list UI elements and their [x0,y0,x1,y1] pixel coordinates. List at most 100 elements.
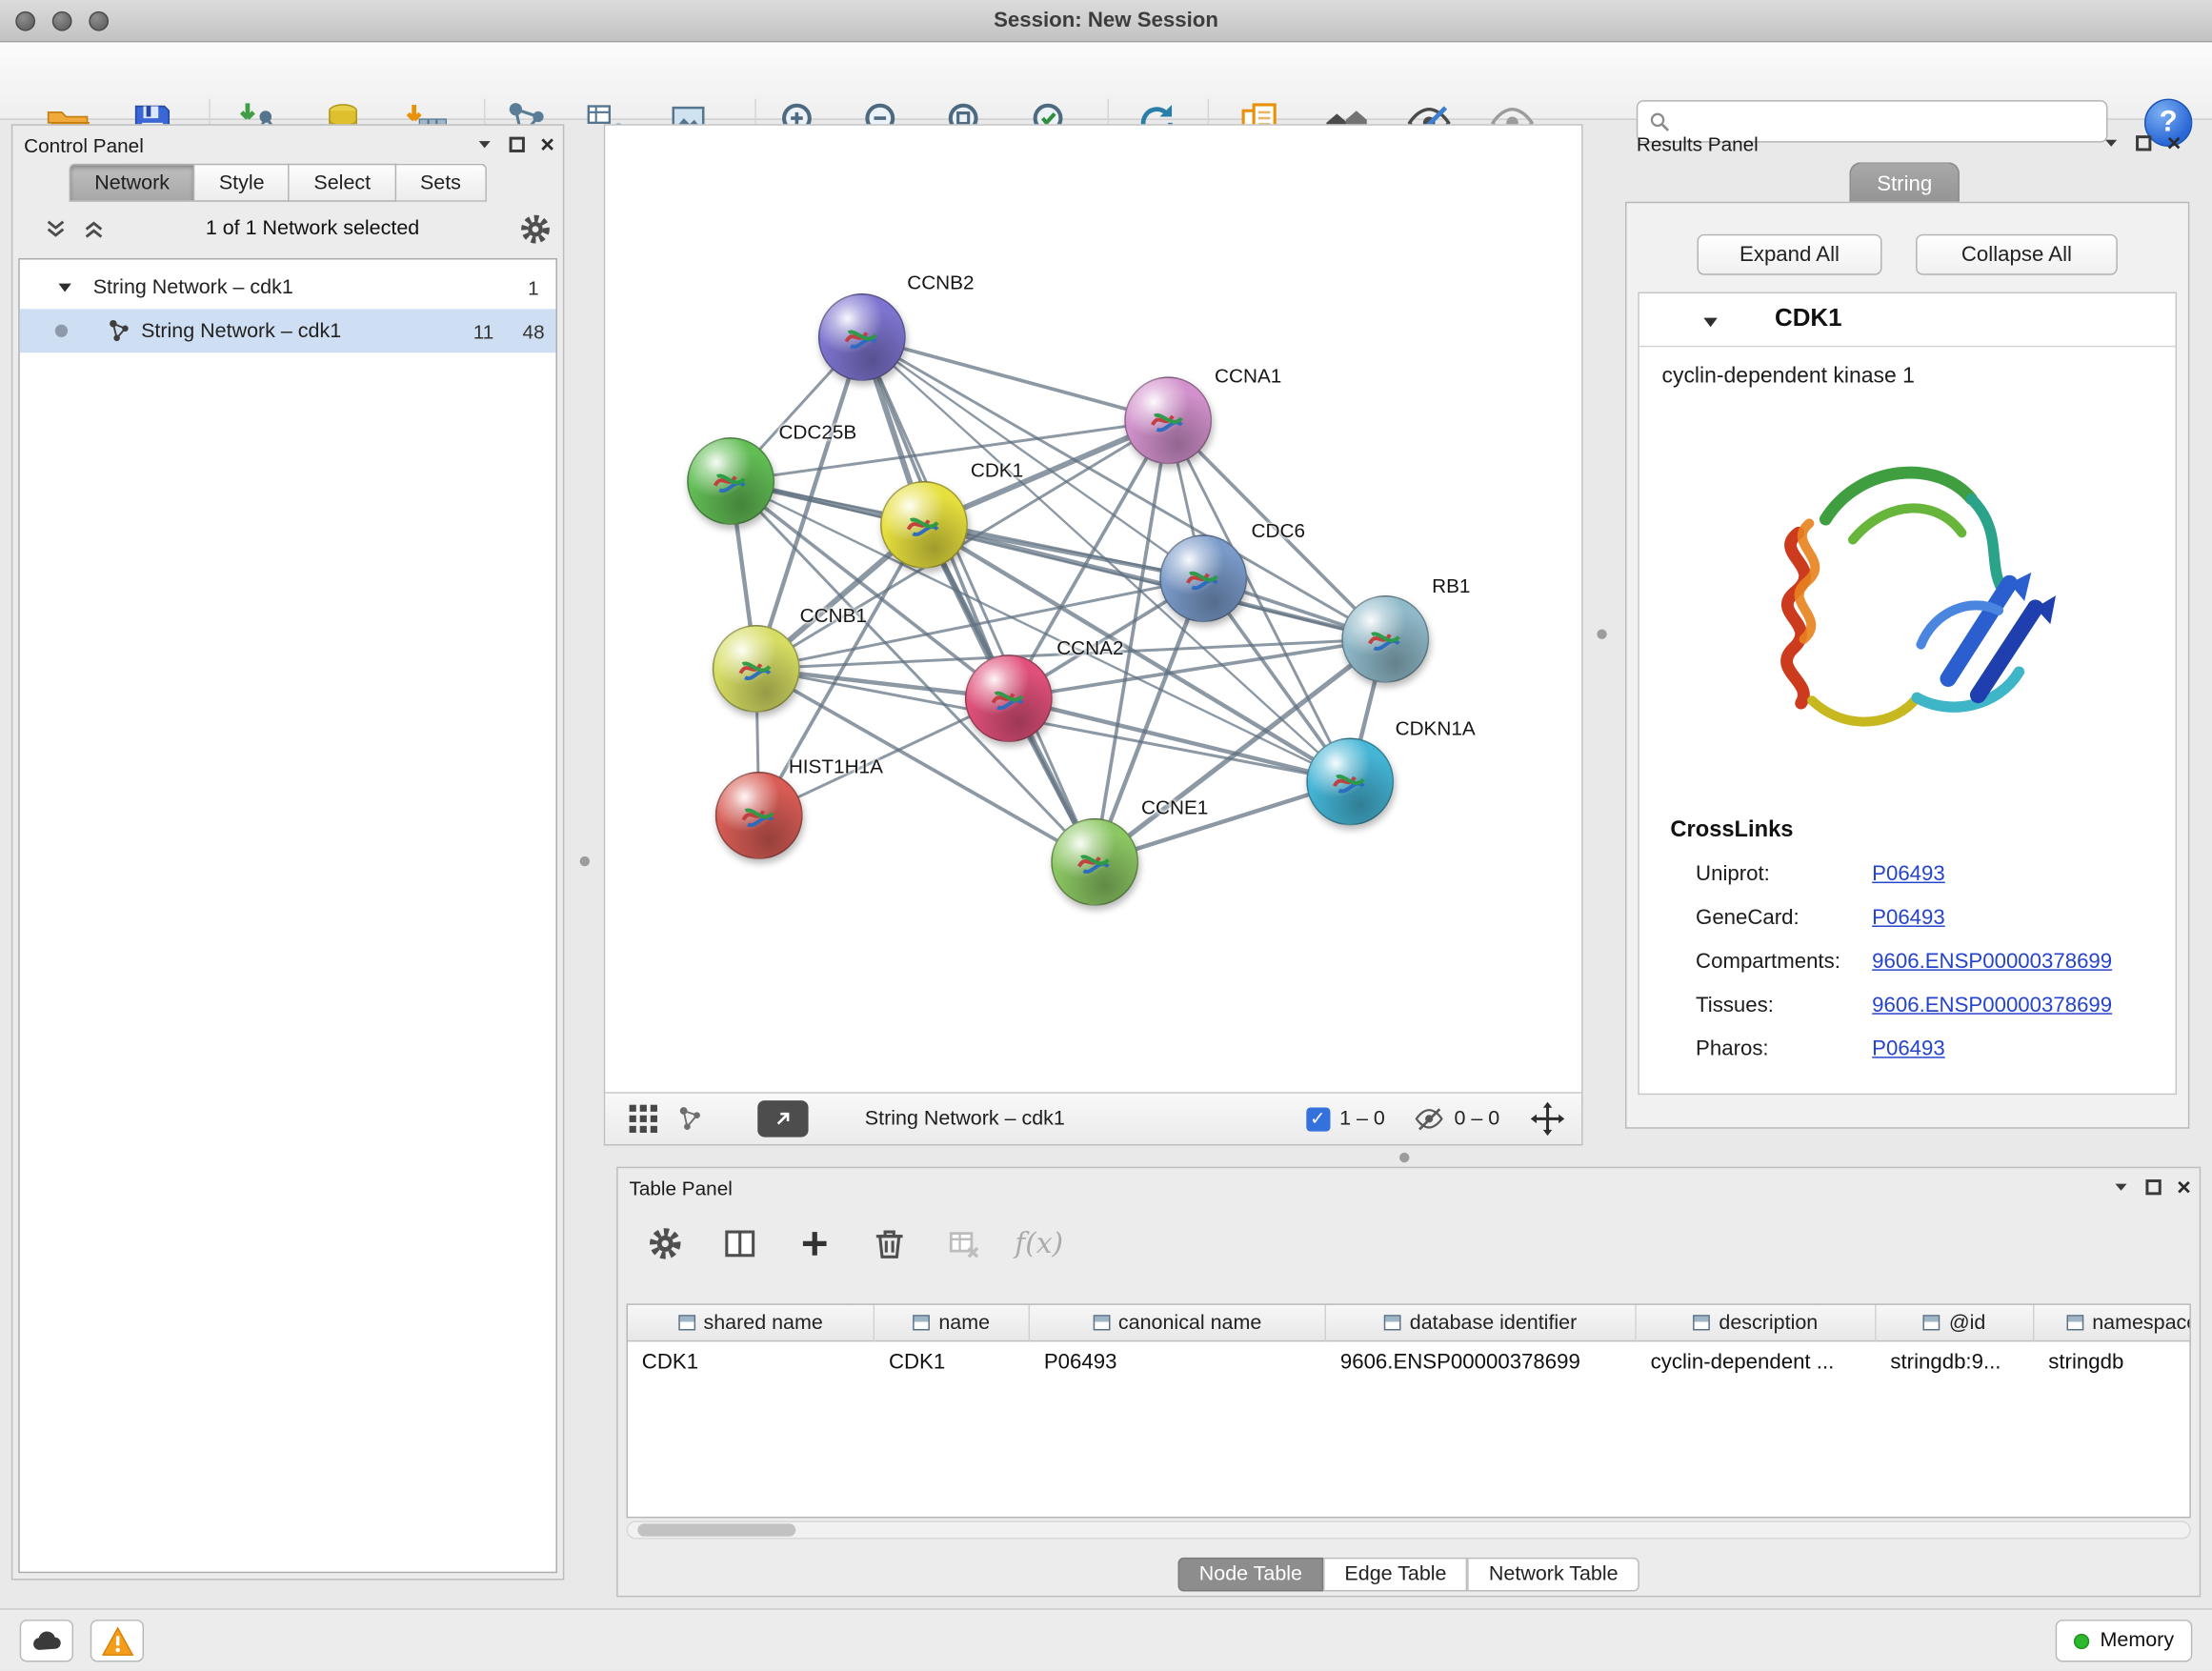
splitter-grip[interactable] [1399,1153,1409,1162]
crosslink-link[interactable]: 9606.ENSP00000378699 [1872,994,2112,1017]
float-panel-icon[interactable] [2136,135,2151,151]
crosslinks-list: Uniprot:P06493GeneCard:P06493Compartment… [1639,855,2176,1074]
tab-string[interactable]: String [1849,162,1960,203]
node-label-CDC6: CDC6 [1252,519,1305,542]
node-label-CDC25B: CDC25B [778,420,856,443]
tab-network-table[interactable]: Network Table [1468,1558,1639,1592]
float-panel-icon[interactable] [510,137,525,152]
network-icon [108,319,131,343]
column-header-shared-name[interactable]: shared name [628,1305,875,1342]
tab-network[interactable]: Network [70,164,195,202]
network-row-selected[interactable]: String Network – cdk1 11 48 [20,309,556,352]
expand-all-button[interactable]: Expand All [1698,234,1882,275]
pan-crosshair-icon[interactable] [1531,1102,1565,1137]
warnings-button[interactable] [90,1620,144,1661]
column-header-canonical-name[interactable]: canonical name [1030,1305,1326,1342]
table-horizontal-scrollbar[interactable] [627,1520,2191,1539]
network-node-CDK1[interactable] [880,481,968,569]
crosslink-row: Tissues:9606.ENSP00000378699 [1639,986,2176,1030]
float-panel-icon[interactable] [2146,1179,2162,1195]
scrollbar-thumb[interactable] [637,1523,795,1536]
network-view-icon[interactable] [675,1105,704,1134]
show-columns-button[interactable] [721,1224,759,1262]
network-node-HIST1H1A[interactable] [715,772,803,859]
network-options-gear-icon[interactable] [519,212,552,245]
tab-edge-table[interactable]: Edge Table [1323,1558,1467,1592]
gene-card-header[interactable]: CDK1 [1639,293,2176,347]
panel-menu-icon[interactable] [475,135,493,153]
cloud-button[interactable] [20,1620,73,1661]
network-node-CCNA1[interactable] [1124,376,1212,464]
selected-checkbox-icon[interactable]: ✓ [1306,1107,1330,1131]
crosslink-link[interactable]: P06493 [1872,1037,1945,1060]
close-panel-icon[interactable]: × [540,132,554,156]
delete-table-button[interactable] [945,1224,983,1262]
table-header-row: shared namenamecanonical name database id… [628,1305,2189,1342]
node-label-CCNB1: CCNB1 [800,604,867,627]
panel-menu-icon[interactable] [2112,1178,2130,1197]
window-statusbar: Memory [0,1608,2212,1670]
tab-select[interactable]: Select [290,164,396,202]
splitter-grip[interactable] [1597,629,1606,638]
crosslink-label: Compartments: [1696,950,1840,974]
node-label-CDKN1A: CDKN1A [1396,716,1476,739]
memory-button[interactable]: Memory [2055,1620,2192,1661]
network-collection-row[interactable]: String Network – cdk1 1 [20,265,556,309]
column-type-icon [914,1315,931,1330]
network-node-CCNB1[interactable] [713,625,800,713]
node-label-CDK1: CDK1 [971,458,1023,481]
crosslink-link[interactable]: 9606.ENSP00000378699 [1872,950,2112,974]
control-panel-header: Control Panel × [12,126,563,164]
column-header-label: database identifier [1410,1311,1577,1334]
column-header-label: description [1719,1311,1818,1334]
column-header-description[interactable]: description [1637,1305,1877,1342]
network-collection-label: String Network – cdk1 [93,276,293,299]
tab-sets[interactable]: Sets [396,164,487,202]
crosslink-link[interactable]: P06493 [1872,906,1945,930]
crosslink-row: Pharos:P06493 [1639,1030,2176,1074]
gene-card: CDK1 cyclin-dependent kinase 1 [1638,292,2177,1096]
crosslink-label: GeneCard: [1696,906,1800,930]
tab-style[interactable]: Style [195,164,291,202]
table-row[interactable]: CDK1CDK1P064939606.ENSP00000378699cyclin… [628,1341,2189,1380]
tree-expanded-icon[interactable] [56,278,73,295]
collapse-all-networks-icon[interactable] [44,216,68,240]
delete-column-button[interactable] [871,1224,909,1262]
column-type-icon [1694,1315,1711,1330]
protein-ribbon-icon [1176,552,1230,605]
splitter-grip[interactable] [580,856,590,866]
panel-menu-icon[interactable] [2102,134,2121,152]
function-builder-button[interactable]: f(x) [1020,1224,1058,1262]
close-panel-icon[interactable]: × [2177,1176,2191,1199]
column-header-name[interactable]: name [875,1305,1030,1342]
network-node-CCNE1[interactable] [1051,818,1138,906]
control-panel-title: Control Panel [24,133,144,156]
close-panel-icon[interactable]: × [2167,131,2182,155]
column-header-database-identifier[interactable]: database identifier [1326,1305,1637,1342]
network-node-CCNB2[interactable] [818,293,906,381]
grid-view-icon[interactable] [628,1103,659,1135]
protein-ribbon-icon [1358,613,1412,666]
column-header--id[interactable]: @id [1877,1305,2035,1342]
tab-node-table[interactable]: Node Table [1178,1558,1324,1592]
network-node-CDC25B[interactable] [687,437,774,525]
network-canvas[interactable]: CCNB2CCNA1CDC25BCDK1CDC6RB1CCNB1CCNA2CDK… [605,126,1581,1092]
results-panel: Results Panel × String Expand All Collap… [1625,124,2189,1128]
create-column-button[interactable] [795,1224,834,1262]
network-node-RB1[interactable] [1341,595,1429,683]
detach-view-button[interactable] [757,1100,808,1137]
collapse-section-icon[interactable] [1701,313,1719,332]
expand-all-networks-icon[interactable] [82,216,106,240]
protein-ribbon-icon [1141,393,1195,447]
table-options-button[interactable] [646,1224,684,1262]
collapse-all-button[interactable]: Collapse All [1916,234,2118,275]
node-label-CCNB2: CCNB2 [907,271,974,293]
network-node-CCNA2[interactable] [965,654,1053,742]
gene-description: cyclin-dependent kinase 1 [1662,364,1915,390]
network-node-CDKN1A[interactable] [1306,738,1394,826]
crosslink-link[interactable]: P06493 [1872,862,1945,886]
gene-name: CDK1 [1775,303,1842,332]
column-header-namespace[interactable]: namespace [2034,1305,2190,1342]
network-node-CDC6[interactable] [1159,534,1247,622]
current-network-bullet-icon [55,325,68,337]
